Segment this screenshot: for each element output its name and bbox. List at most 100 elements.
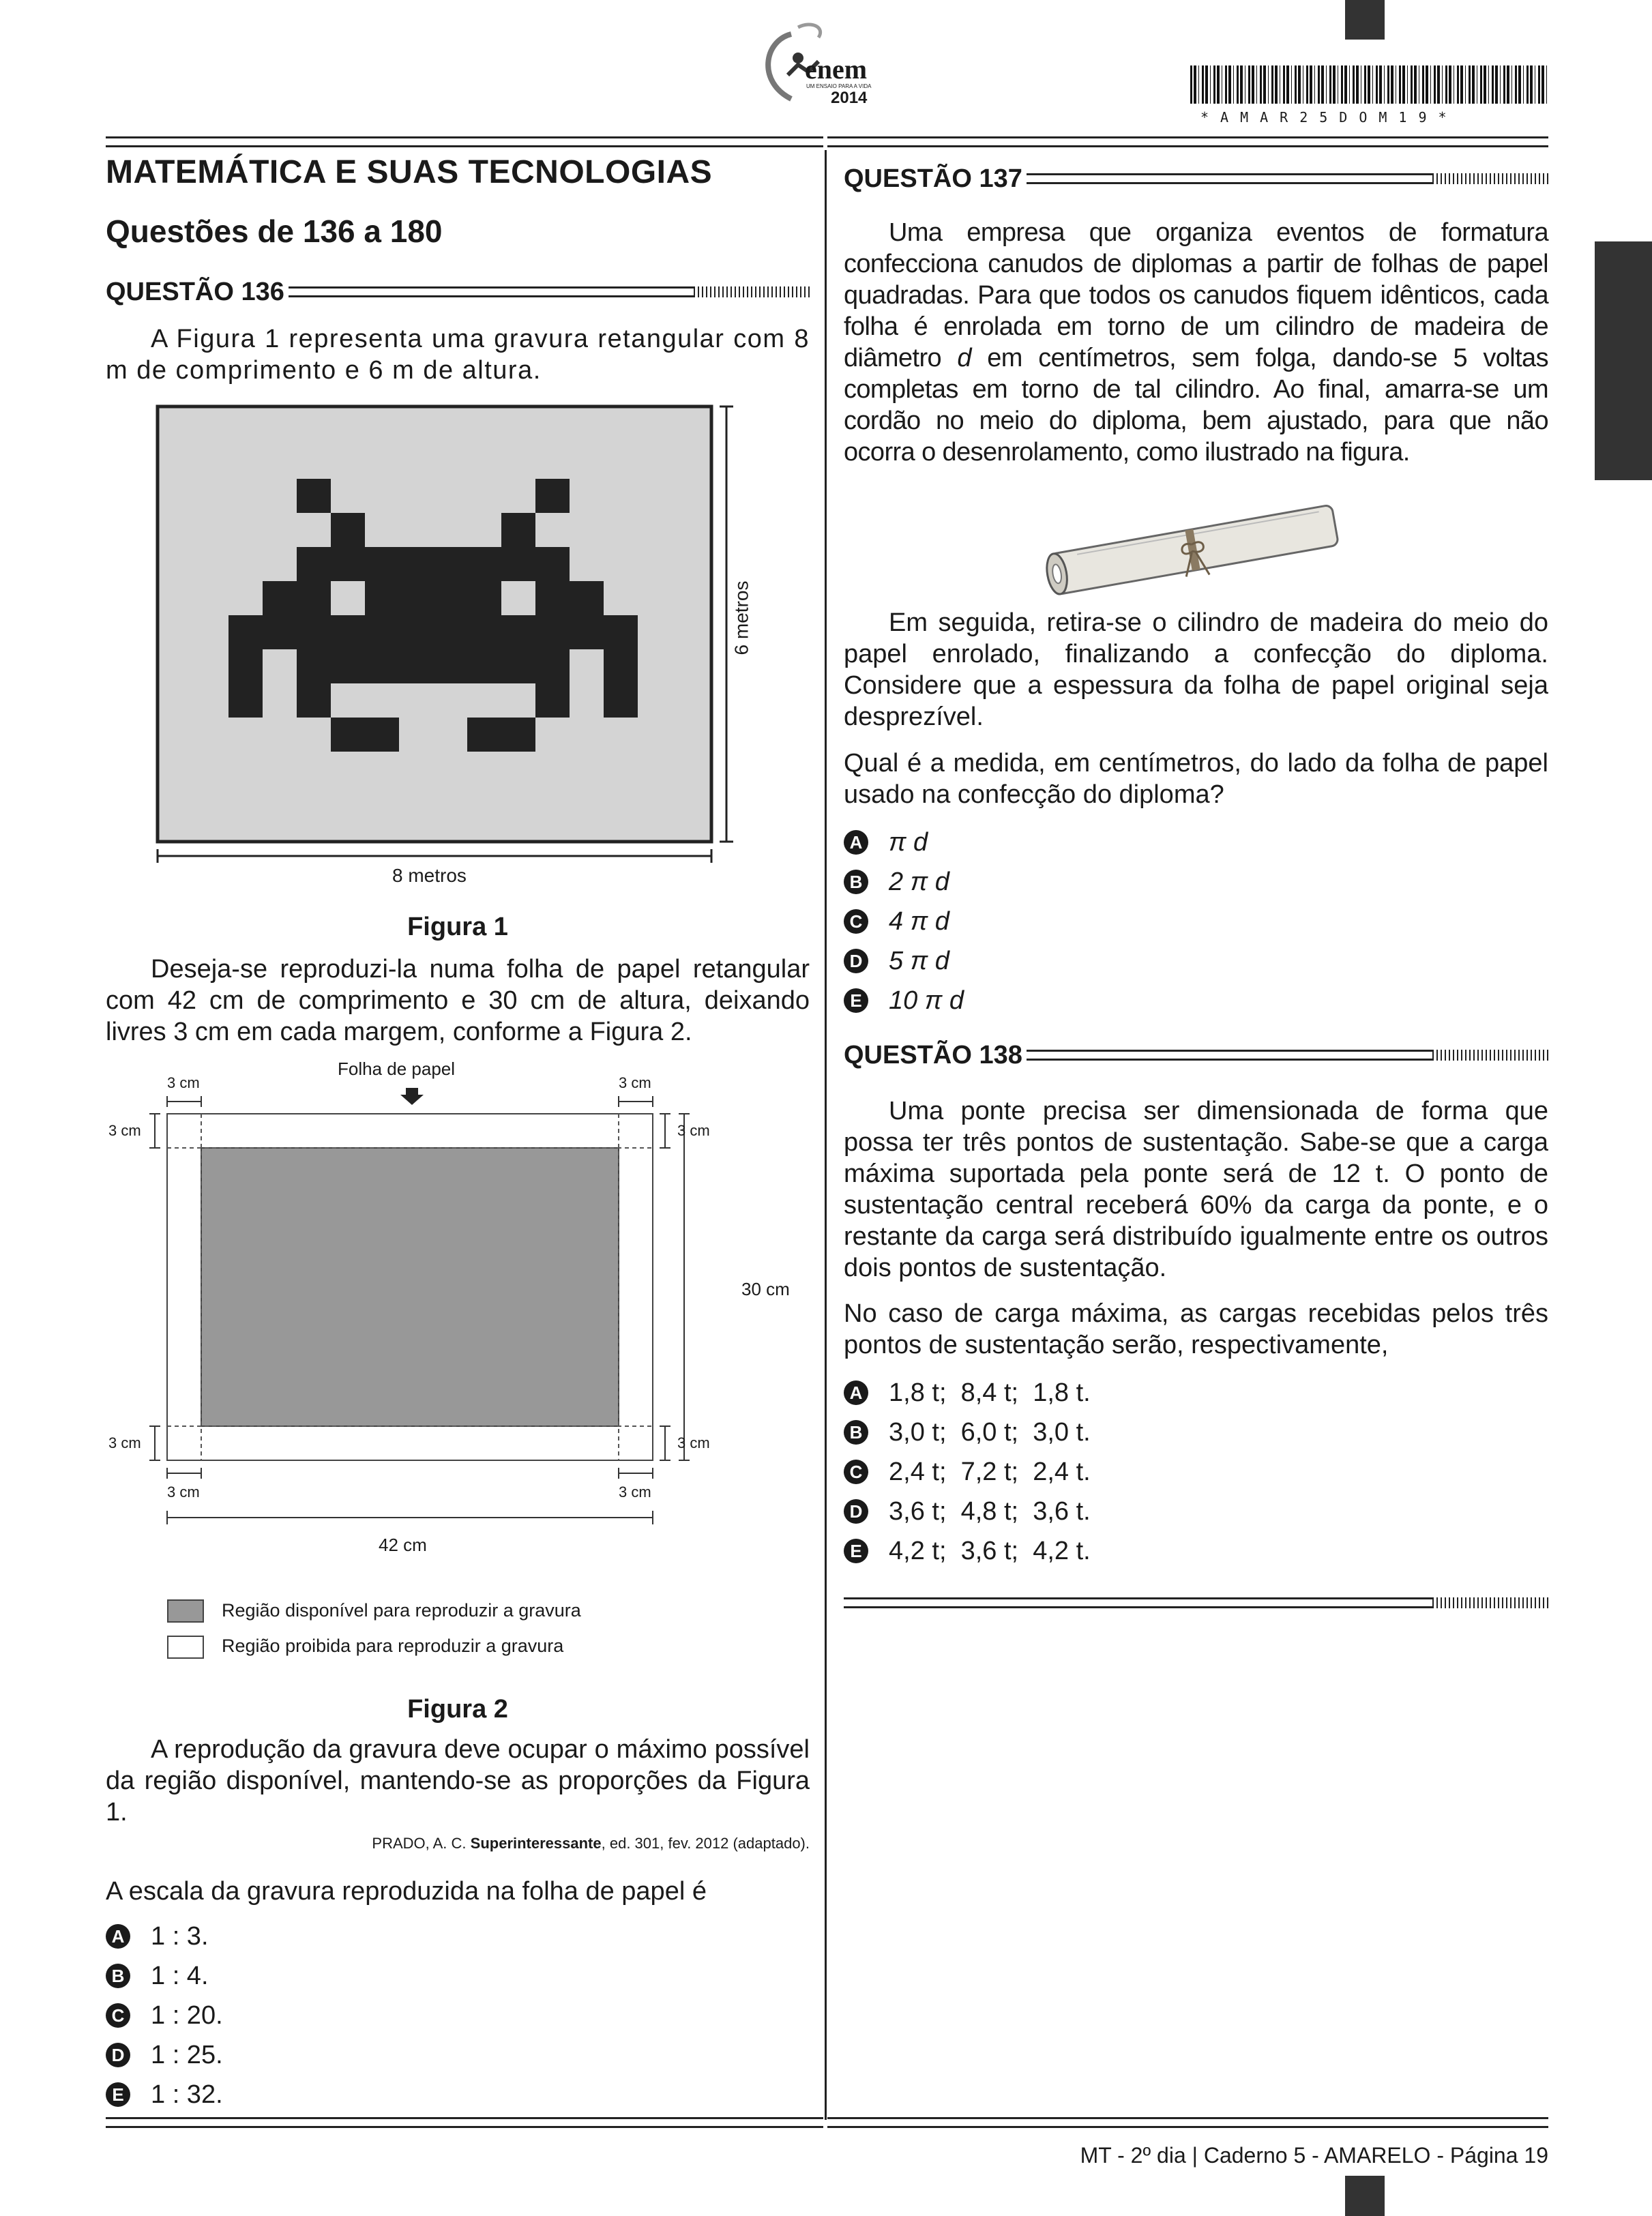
- source-details: , ed. 301, fev. 2012 (adaptado).: [601, 1835, 810, 1852]
- figure-1: 6 metros: [153, 402, 767, 880]
- question-138-rule: [1026, 1050, 1432, 1061]
- q136-options: A 1 : 3. B 1 : 4. C 1 : 20. D 1 : 25. E 1 : 3…: [106, 1917, 223, 2114]
- paper-margins-diagram: [149, 1088, 690, 1524]
- enem-logo: enem UM ENSAIO PARA A VIDA 2014: [750, 20, 887, 109]
- option-letter-badge: E: [106, 2082, 130, 2107]
- option-text: 10 π d: [889, 986, 964, 1015]
- q138-question: No caso de carga máxima, as cargas receb…: [844, 1299, 1548, 1359]
- q136-text2: Deseja-se reproduzi-la numa folha de pap…: [106, 955, 810, 1046]
- arrow-down-icon: [400, 1088, 424, 1105]
- legend-forbidden-swatch: [167, 1636, 204, 1659]
- q137-option-b[interactable]: B 2 π d: [844, 862, 964, 902]
- option-text: 1 : 20.: [151, 2000, 223, 2030]
- margin-top-left-label: 3 cm: [167, 1074, 200, 1091]
- rolled-diploma-icon: [1046, 505, 1339, 595]
- end-rule-line: [844, 1597, 1432, 1608]
- fig1-width-label: 8 metros: [392, 865, 467, 886]
- q136-question: A escala da gravura reproduzida na folha…: [106, 1877, 707, 1906]
- q138-option-b[interactable]: B 3,0 t; 6,0 t; 3,0 t.: [844, 1413, 1091, 1452]
- q138-option-e[interactable]: E 4,2 t; 3,6 t; 4,2 t.: [844, 1531, 1091, 1571]
- option-text: 4 π d: [889, 906, 949, 936]
- option-letter-badge: D: [844, 949, 868, 973]
- option-letter-badge: C: [844, 1460, 868, 1484]
- q137-option-d[interactable]: D 5 π d: [844, 941, 964, 981]
- barcode-text: *AMAR25DOM19*: [1200, 109, 1458, 125]
- option-text: 1 : 25.: [151, 2040, 223, 2069]
- q138-para1: Uma ponte precisa ser dimensionada de fo…: [844, 1097, 1548, 1282]
- option-text: 2 π d: [889, 867, 949, 896]
- fig1-height-label: 6 metros: [731, 580, 752, 655]
- paper-label: Folha de papel: [338, 1059, 456, 1079]
- space-invader-graphic: [156, 404, 733, 863]
- q136-option-c[interactable]: C 1 : 20.: [106, 1996, 223, 2035]
- option-letter-badge: B: [844, 1420, 868, 1445]
- legend-available-label: Região disponível para reproduzir a grav…: [222, 1600, 581, 1621]
- bottom-right-corner-mark: [1345, 2176, 1385, 2216]
- question-137-hatch: [1432, 173, 1548, 184]
- q138-option-a[interactable]: A 1,8 t; 8,4 t; 1,8 t.: [844, 1373, 1091, 1413]
- fig2-caption: Figura 2: [407, 1695, 508, 1724]
- width-42cm-label: 42 cm: [379, 1535, 427, 1555]
- option-text: 4,2 t; 3,6 t; 4,2 t.: [889, 1536, 1091, 1565]
- option-letter-badge: A: [844, 1380, 868, 1405]
- right-column-end-rule: [844, 1586, 1548, 1619]
- q136-option-a[interactable]: A 1 : 3.: [106, 1917, 223, 1956]
- q137-option-e[interactable]: E 10 π d: [844, 981, 964, 1020]
- option-text: π d: [889, 827, 928, 857]
- legend-forbidden-label: Região proibida para reproduzir a gravur…: [222, 1636, 564, 1656]
- option-letter-badge: E: [844, 1539, 868, 1563]
- option-text: 1,8 t; 8,4 t; 1,8 t.: [889, 1378, 1091, 1407]
- bottom-rule-left: [106, 2117, 823, 2128]
- margin-top-right-label: 3 cm: [619, 1074, 651, 1091]
- source-publication: Superinteressante: [470, 1835, 602, 1852]
- option-text: 3,6 t; 4,8 t; 3,6 t.: [889, 1496, 1091, 1526]
- margin-right-bottom-label: 3 cm: [677, 1434, 710, 1451]
- legend-available-swatch: [167, 1599, 204, 1623]
- q137-option-a[interactable]: Aπ d: [844, 823, 964, 862]
- section-subtitle: Questões de 136 a 180: [106, 213, 443, 249]
- q136-text3: A reprodução da gravura deve ocupar o má…: [106, 1735, 810, 1827]
- end-rule-hatch: [1432, 1597, 1548, 1608]
- q138-option-c[interactable]: C 2,4 t; 7,2 t; 2,4 t.: [844, 1452, 1091, 1492]
- question-138-label: QUESTÃO 138: [844, 1040, 1022, 1069]
- option-letter-badge: A: [844, 830, 868, 855]
- side-tab-marker: [1595, 241, 1652, 480]
- top-rule-left: [106, 136, 823, 147]
- margin-bottom-left-label: 3 cm: [167, 1483, 200, 1501]
- option-text: 1 : 32.: [151, 2080, 223, 2109]
- option-text: 1 : 4.: [151, 1961, 209, 1990]
- q136-source: PRADO, A. C. Superinteressante, ed. 301,…: [106, 1835, 810, 1852]
- q136-option-e[interactable]: E 1 : 32.: [106, 2075, 223, 2114]
- top-right-corner-mark: [1345, 0, 1385, 40]
- option-letter-badge: C: [106, 2003, 130, 2028]
- question-136-rule: [288, 286, 694, 297]
- margin-bottom-right-label: 3 cm: [619, 1483, 651, 1501]
- option-text: 3,0 t; 6,0 t; 3,0 t.: [889, 1417, 1091, 1447]
- q137-para1: Uma empresa que organiza eventos de form…: [844, 218, 1549, 467]
- top-rule-right: [827, 136, 1548, 147]
- column-divider: [825, 150, 827, 2120]
- q136-option-d[interactable]: D 1 : 25.: [106, 2035, 223, 2075]
- option-text: 5 π d: [889, 946, 949, 975]
- q137-option-c[interactable]: C 4 π d: [844, 902, 964, 941]
- fig1-caption: Figura 1: [407, 913, 508, 941]
- q136-intro: A Figura 1 representa uma gravura retang…: [106, 325, 810, 385]
- bottom-rule-right: [827, 2117, 1548, 2128]
- barcode: [1190, 65, 1548, 104]
- option-text: 2,4 t; 7,2 t; 2,4 t.: [889, 1457, 1091, 1486]
- q137-options: Aπ d B 2 π d C 4 π d D 5 π d E 10 π d: [844, 823, 964, 1020]
- question-136-hatch: [694, 286, 810, 297]
- margin-right-top-label: 3 cm: [677, 1122, 710, 1139]
- q136-option-b[interactable]: B 1 : 4.: [106, 1956, 223, 1996]
- source-author: PRADO, A. C.: [372, 1835, 471, 1852]
- option-letter-badge: E: [844, 988, 868, 1013]
- option-letter-badge: B: [106, 1964, 130, 1988]
- option-letter-badge: A: [106, 1924, 130, 1949]
- option-letter-badge: B: [844, 870, 868, 894]
- q138-option-d[interactable]: D 3,6 t; 4,8 t; 3,6 t.: [844, 1492, 1091, 1531]
- question-138-hatch: [1432, 1050, 1548, 1061]
- option-text: 1 : 3.: [151, 1921, 209, 1951]
- page-footer: MT - 2º dia | Caderno 5 - AMARELO - Pági…: [1080, 2143, 1548, 2168]
- variable-d: d: [957, 344, 971, 372]
- question-136-header: QUESTÃO 136: [106, 276, 810, 308]
